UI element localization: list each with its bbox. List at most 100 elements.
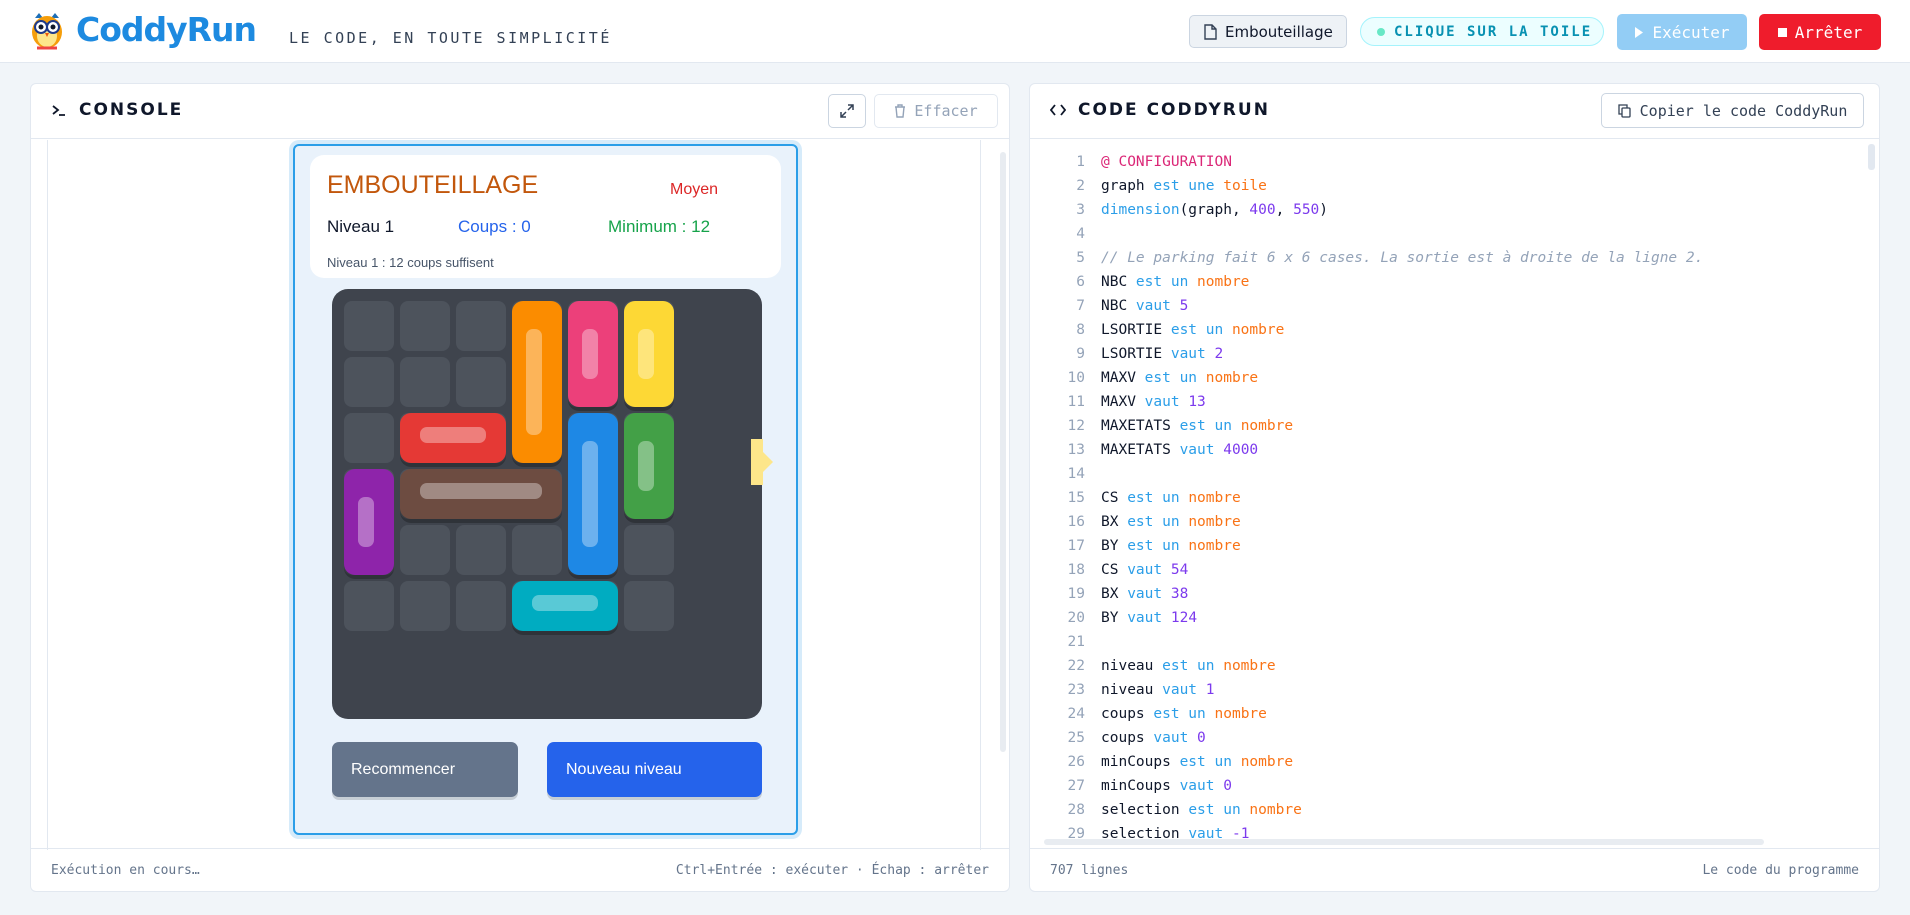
moves-counter: Coups : 0	[458, 217, 531, 236]
line-number: 13	[1067, 442, 1085, 458]
board-cell	[456, 301, 506, 351]
line-number: 4	[1076, 226, 1085, 242]
file-chip[interactable]: Embouteillage	[1189, 15, 1347, 48]
code-text: MAXV vaut 13	[1101, 394, 1206, 410]
console-scrollbar[interactable]	[999, 142, 1008, 848]
exit-marker	[751, 439, 763, 485]
code-editor[interactable]: 1 @ CONFIGURATION 2 graph est une toile 3 dim…	[1030, 140, 1879, 850]
new-level-button[interactable]: Nouveau niveau	[547, 742, 762, 797]
code-title-text: CODE CODDYRUN	[1078, 100, 1270, 120]
board-cell	[400, 581, 450, 631]
owl-logo-icon	[32, 13, 62, 50]
line-count: 707 lignes	[1050, 862, 1129, 878]
code-text: selection est un nombre	[1101, 802, 1302, 818]
board-cell	[400, 357, 450, 407]
file-name: Embouteillage	[1225, 22, 1333, 41]
restart-label: Recommencer	[351, 760, 456, 778]
expand-button[interactable]	[828, 94, 866, 128]
car-blue[interactable]	[568, 413, 618, 575]
app-tagline: LE CODE, EN TOUTE SIMPLICITÉ	[289, 29, 612, 47]
code-text: BX est un nombre	[1101, 514, 1241, 530]
board-cell	[624, 581, 674, 631]
line-number: 8	[1076, 322, 1085, 338]
exit-arrow-icon	[763, 452, 773, 472]
game-canvas[interactable]: EMBOUTEILLAGE Moyen Niveau 1 Coups : 0 M…	[293, 144, 798, 835]
code-brackets-icon	[1050, 104, 1066, 116]
copy-label: Copier le code CoddyRun	[1639, 101, 1848, 120]
line-number: 1	[1076, 154, 1085, 170]
run-label: Exécuter	[1652, 22, 1730, 42]
line-number: 22	[1067, 658, 1085, 674]
play-icon	[1635, 26, 1644, 38]
code-horizontal-scrollbar[interactable]	[1044, 839, 1764, 845]
console-scroll-thumb[interactable]	[1000, 152, 1006, 752]
car-brown[interactable]	[400, 469, 562, 519]
line-number: 5	[1076, 250, 1085, 266]
code-text: @ CONFIGURATION	[1101, 154, 1232, 170]
car-highlight	[358, 497, 374, 547]
car-orange[interactable]	[512, 301, 562, 463]
line-number: 26	[1067, 754, 1085, 770]
line-number: 10	[1067, 370, 1085, 386]
code-footer: 707 lignes Le code du programme	[1030, 848, 1879, 891]
board-cell	[400, 525, 450, 575]
stop-label: Arrêter	[1794, 22, 1863, 42]
line-number: 12	[1067, 418, 1085, 434]
line-number: 15	[1067, 490, 1085, 506]
code-text: niveau vaut 1	[1101, 682, 1215, 698]
code-footer-label: Le code du programme	[1702, 862, 1859, 878]
car-green[interactable]	[624, 413, 674, 519]
difficulty-label: Moyen	[670, 181, 719, 198]
code-text: // Le parking fait 6 x 6 cases. La sorti…	[1101, 250, 1704, 266]
code-text: niveau est un nombre	[1101, 658, 1276, 674]
code-text: BY est un nombre	[1101, 538, 1241, 554]
car-highlight	[582, 329, 598, 379]
status-dot-icon	[1377, 27, 1385, 36]
board-cell	[456, 357, 506, 407]
code-text: BY vaut 124	[1101, 610, 1198, 626]
car-highlight	[638, 441, 654, 491]
app-header: CoddyRun LE CODE, EN TOUTE SIMPLICITÉ Em…	[0, 0, 1910, 63]
code-text: NBC vaut 5	[1101, 298, 1189, 314]
copy-code-button[interactable]: Copier le code CoddyRun	[1601, 93, 1864, 128]
copy-icon	[1617, 103, 1631, 118]
execution-status: Exécution en cours…	[51, 862, 200, 878]
board-cell	[344, 357, 394, 407]
code-text: CS vaut 54	[1101, 562, 1189, 578]
car-pink[interactable]	[568, 301, 618, 407]
line-number: 19	[1067, 586, 1085, 602]
restart-button[interactable]: Recommencer	[332, 742, 518, 797]
canvas-hint-badge: CLIQUE SUR LA TOILE	[1360, 17, 1604, 46]
run-button[interactable]: Exécuter	[1617, 14, 1747, 50]
line-number: 16	[1067, 514, 1085, 530]
car-highlight	[526, 329, 542, 435]
car-red[interactable]	[400, 413, 506, 463]
code-vertical-scrollbar[interactable]	[1868, 144, 1875, 844]
console-header: CONSOLE Effacer	[31, 84, 1009, 139]
code-text: NBC est un nombre	[1101, 274, 1250, 290]
code-text: coups est un nombre	[1101, 706, 1267, 722]
code-text: LSORTIE est un nombre	[1101, 322, 1285, 338]
board-cell	[624, 525, 674, 575]
clear-button[interactable]: Effacer	[874, 94, 998, 128]
code-text: LSORTIE vaut 2	[1101, 346, 1224, 362]
code-text: dimension(graph, 400, 550)	[1101, 202, 1329, 218]
terminal-icon	[52, 105, 65, 116]
console-panel: CONSOLE Effacer EMBOUTEILLAGE Moyen Nive…	[30, 83, 1010, 892]
car-yellow[interactable]	[624, 301, 674, 407]
parking-board[interactable]	[332, 289, 762, 719]
board-cell	[344, 301, 394, 351]
code-text: CS est un nombre	[1101, 490, 1241, 506]
line-number: 25	[1067, 730, 1085, 746]
line-number: 20	[1067, 610, 1085, 626]
code-title: CODE CODDYRUN	[1050, 100, 1270, 120]
stop-button[interactable]: Arrêter	[1759, 14, 1881, 50]
trash-icon	[895, 104, 906, 118]
car-highlight	[532, 595, 598, 611]
minimum-moves: Minimum : 12	[608, 217, 711, 236]
code-scroll-thumb[interactable]	[1868, 144, 1875, 170]
line-number: 7	[1076, 298, 1085, 314]
car-cyan[interactable]	[512, 581, 618, 631]
car-highlight	[582, 441, 598, 547]
car-purple[interactable]	[344, 469, 394, 575]
